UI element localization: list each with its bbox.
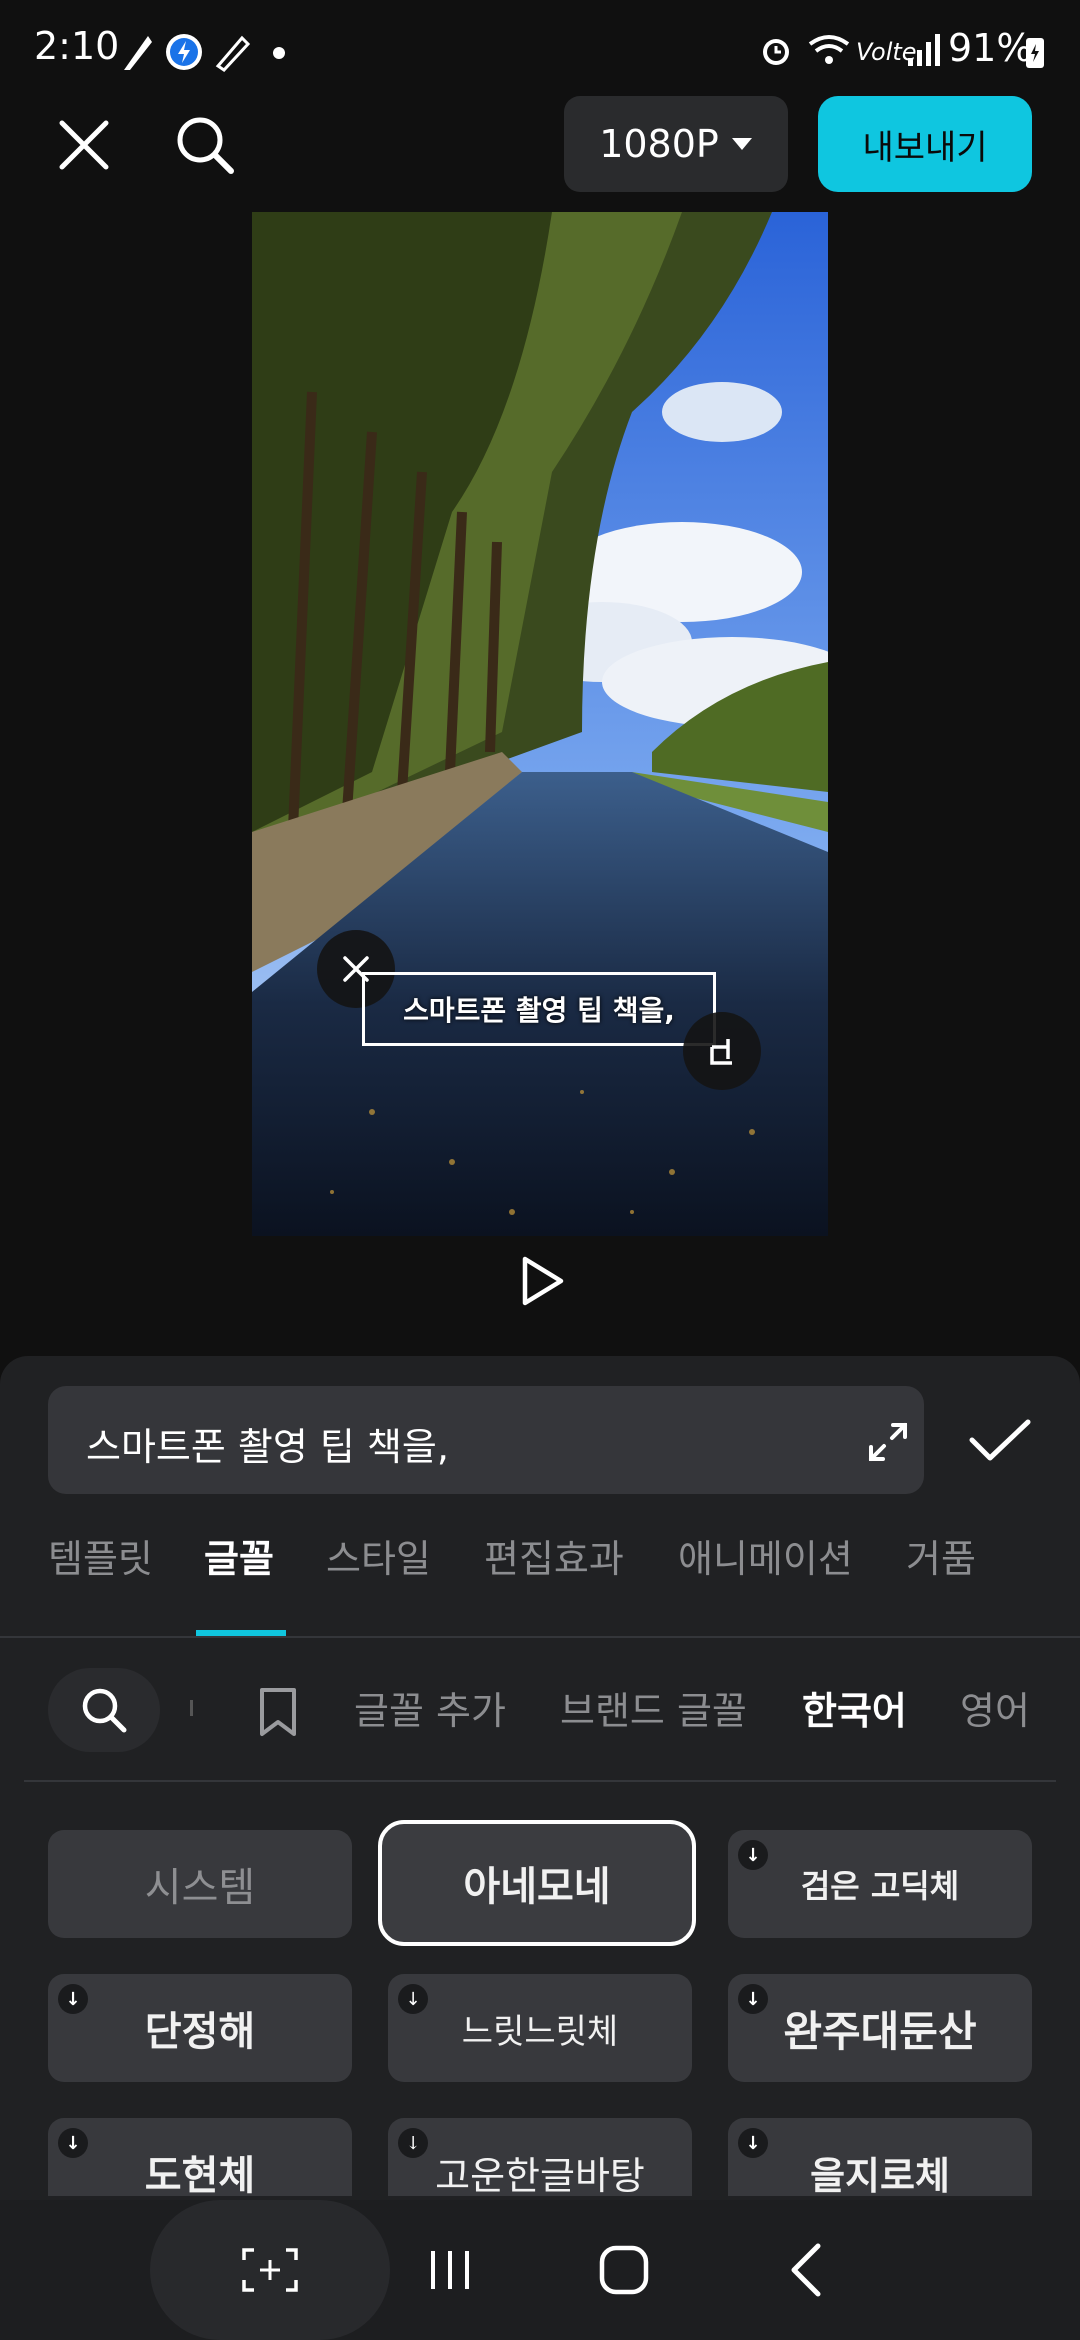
font-card-anemone[interactable]: 아네모네 [378, 1820, 696, 1946]
font-grid: 시스템 아네모네 ↓ 검은 고딕체 ↓ 단정해 ↓ 느릿느릿체 ↓ 완주대둔산 … [0, 0, 1080, 2196]
download-icon: ↓ [738, 2128, 768, 2158]
font-card-gowun-batang[interactable]: ↓ 고운한글바탕 [388, 2118, 692, 2196]
font-card-dohyeon[interactable]: ↓ 도현체 [48, 2118, 352, 2196]
recent-apps-button[interactable] [410, 2230, 490, 2310]
home-icon [599, 2245, 649, 2295]
home-button[interactable] [584, 2230, 664, 2310]
font-card-black-gothic[interactable]: ↓ 검은 고딕체 [728, 1830, 1032, 1938]
download-icon: ↓ [58, 2128, 88, 2158]
font-card-label: 도현체 [144, 2153, 256, 2196]
font-card-wanju[interactable]: ↓ 완주대둔산 [728, 1974, 1032, 2082]
font-card-euljiro[interactable]: ↓ 을지로체 [728, 2118, 1032, 2196]
font-card-label: 느릿느릿체 [461, 2011, 619, 2052]
download-icon: ↓ [738, 1984, 768, 2014]
font-card-label: 단정해 [144, 2009, 256, 2055]
font-card-neuritneurit[interactable]: ↓ 느릿느릿체 [388, 1974, 692, 2082]
download-icon: ↓ [398, 2128, 428, 2158]
back-icon [791, 2243, 821, 2297]
font-card-label: 검은 고딕체 [800, 1867, 960, 1905]
download-icon: ↓ [58, 1984, 88, 2014]
scan-icon [242, 2248, 298, 2292]
font-card-system[interactable]: 시스템 [48, 1830, 352, 1938]
font-card-label: 을지로체 [810, 2153, 950, 2197]
recent-apps-icon [431, 2251, 469, 2289]
download-icon: ↓ [398, 1984, 428, 2014]
download-icon: ↓ [738, 1840, 768, 1870]
back-button[interactable] [766, 2230, 846, 2310]
font-card-label: 시스템 [144, 1865, 256, 1911]
font-card-label: 고운한글바탕 [435, 2153, 645, 2197]
font-card-label: 완주대둔산 [783, 2006, 977, 2056]
font-card-label: 아네모네 [463, 1864, 611, 1910]
screen-capture-button[interactable] [150, 2200, 390, 2340]
font-card-danjeonghae[interactable]: ↓ 단정해 [48, 1974, 352, 2082]
